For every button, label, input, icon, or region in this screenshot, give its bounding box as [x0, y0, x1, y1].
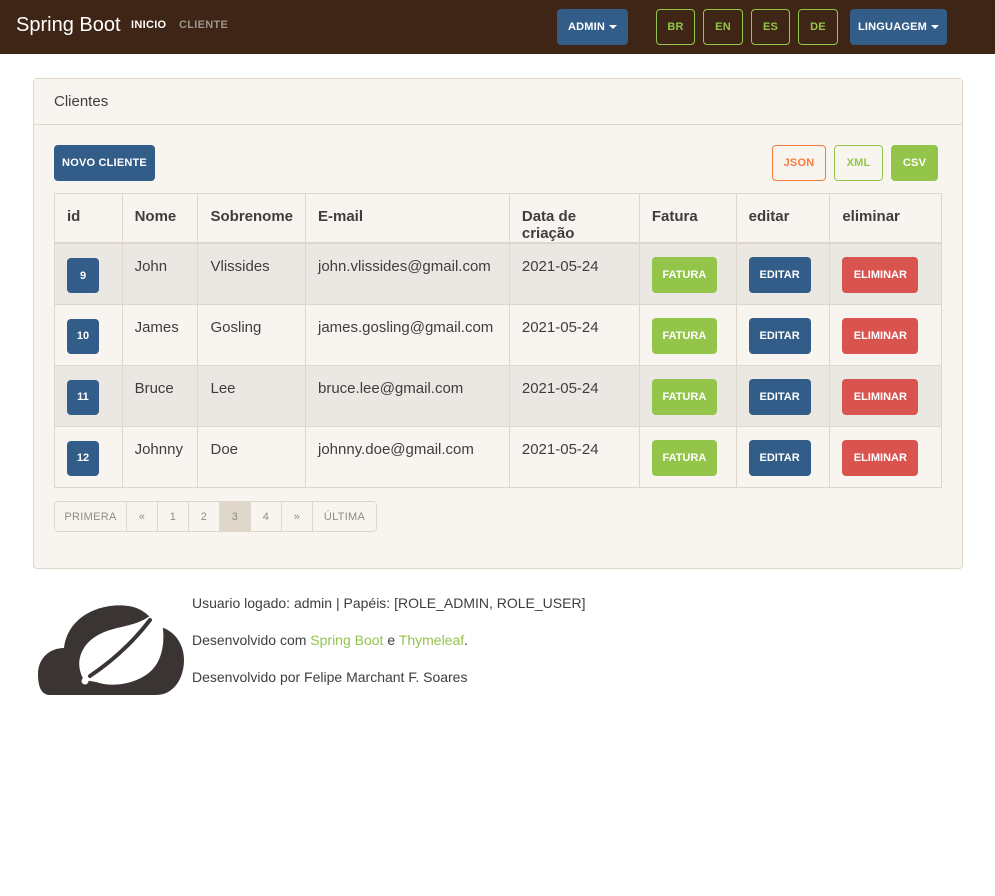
- cell-email: bruce.lee@gmail.com: [305, 364, 510, 427]
- card-header: Clientes: [34, 79, 962, 125]
- cell-email: james.gosling@gmail.com: [305, 303, 510, 366]
- spring-boot-link[interactable]: Spring Boot: [310, 632, 383, 648]
- column-header-eliminar: eliminar: [829, 193, 942, 244]
- fatura-button[interactable]: FATURA: [651, 439, 717, 476]
- column-header-data: Data de criação: [508, 193, 640, 244]
- footer-dev-suffix: .: [464, 632, 469, 648]
- eliminar-button[interactable]: ELIMINAR: [842, 317, 919, 354]
- column-header-email: E-mail: [305, 193, 510, 244]
- caret-down-icon: [609, 25, 618, 29]
- admin-label: ADMIN: [567, 21, 606, 33]
- footer-conj: e: [387, 632, 396, 648]
- cell-sobrenome: Gosling: [197, 303, 306, 366]
- cell-nome: Bruce: [121, 364, 199, 427]
- cell-data: 2021-05-24: [508, 303, 640, 366]
- caret-down-icon: [931, 25, 940, 29]
- cell-data: 2021-05-24: [508, 364, 640, 427]
- spring-logo-icon: [38, 605, 184, 695]
- table-row: 11 Bruce Lee bruce.lee@gmail.com 2021-05…: [54, 364, 942, 427]
- language-label: LINGUAGEM: [857, 21, 928, 33]
- cell-sobrenome: Vlissides: [197, 242, 306, 305]
- fatura-button[interactable]: FATURA: [651, 257, 717, 293]
- page-next[interactable]: »: [282, 502, 313, 531]
- cell-email: johnny.doe@gmail.com: [305, 425, 510, 488]
- page-1[interactable]: 1: [158, 502, 189, 531]
- table-header-row: id Nome Sobrenome E-mail Data de criação…: [54, 193, 942, 244]
- table-row: 10 James Gosling james.gosling@gmail.com…: [54, 303, 942, 366]
- clients-table: id Nome Sobrenome E-mail Data de criação…: [54, 193, 942, 488]
- cell-nome: Johnny: [121, 425, 199, 488]
- client-id-button[interactable]: 11: [67, 379, 99, 415]
- cell-sobrenome: Doe: [197, 425, 306, 488]
- page-3-active[interactable]: 3: [220, 502, 251, 531]
- page-4[interactable]: 4: [251, 502, 282, 531]
- eliminar-button[interactable]: ELIMINAR: [842, 257, 919, 293]
- editar-button[interactable]: EDITAR: [748, 317, 811, 354]
- table-row: 12 Johnny Doe johnny.doe@gmail.com 2021-…: [54, 425, 942, 488]
- client-id-button[interactable]: 12: [67, 440, 99, 476]
- page-prev[interactable]: «: [127, 502, 158, 531]
- cell-sobrenome: Lee: [197, 364, 306, 427]
- page-2[interactable]: 2: [189, 502, 220, 531]
- footer-dev-line: Desenvolvido com Spring Boot e Thymeleaf…: [192, 632, 468, 648]
- cell-data: 2021-05-24: [508, 242, 640, 305]
- page-last[interactable]: ÚLTIMA: [313, 502, 376, 531]
- column-header-fatura: Fatura: [638, 193, 737, 244]
- page-first[interactable]: PRIMERA: [55, 502, 127, 531]
- column-header-nome: Nome: [121, 193, 199, 244]
- column-header-sobrenome: Sobrenome: [197, 193, 306, 244]
- footer-user-line: Usuario logado: admin | Papéis: [ROLE_AD…: [192, 595, 586, 611]
- eliminar-button[interactable]: ELIMINAR: [842, 378, 919, 415]
- fatura-button[interactable]: FATURA: [651, 317, 717, 354]
- lang-es-button[interactable]: ES: [751, 9, 790, 45]
- nav-link-inicio[interactable]: INICIO: [131, 19, 166, 31]
- editar-button[interactable]: EDITAR: [748, 257, 811, 293]
- client-id-button[interactable]: 10: [67, 318, 99, 354]
- cell-email: john.vlissides@gmail.com: [305, 242, 510, 305]
- footer-author-line: Desenvolvido por Felipe Marchant F. Soar…: [192, 669, 468, 685]
- card-title: Clientes: [54, 93, 109, 110]
- client-id-button[interactable]: 9: [67, 258, 99, 293]
- admin-dropdown-button[interactable]: ADMIN: [557, 9, 628, 45]
- thymeleaf-link[interactable]: Thymeleaf: [399, 632, 464, 648]
- lang-br-button[interactable]: BR: [656, 9, 695, 45]
- pagination: PRIMERA « 1 2 3 4 » ÚLTIMA: [54, 501, 377, 532]
- navbar: Spring Boot INICIO CLIENTE ADMIN BR EN E…: [0, 0, 995, 54]
- editar-button[interactable]: EDITAR: [748, 439, 811, 476]
- column-header-editar: editar: [735, 193, 831, 244]
- cell-nome: James: [121, 303, 199, 366]
- cell-nome: John: [121, 242, 199, 305]
- new-client-button[interactable]: NOVO CLIENTE: [54, 145, 155, 181]
- editar-button[interactable]: EDITAR: [748, 378, 811, 415]
- table-row: 9 John Vlissides john.vlissides@gmail.co…: [54, 242, 942, 305]
- export-xml-button[interactable]: XML: [834, 145, 883, 181]
- lang-de-button[interactable]: DE: [798, 9, 838, 45]
- fatura-button[interactable]: FATURA: [651, 378, 717, 415]
- column-header-id: id: [54, 193, 123, 244]
- nav-link-cliente[interactable]: CLIENTE: [179, 19, 228, 31]
- lang-en-button[interactable]: EN: [703, 9, 743, 45]
- eliminar-button[interactable]: ELIMINAR: [842, 439, 919, 476]
- footer-dev-prefix: Desenvolvido com: [192, 632, 307, 648]
- language-dropdown-button[interactable]: LINGUAGEM: [850, 9, 947, 45]
- export-csv-button[interactable]: CSV: [891, 145, 938, 181]
- cell-data: 2021-05-24: [508, 425, 640, 488]
- export-json-button[interactable]: JSON: [772, 145, 826, 181]
- brand[interactable]: Spring Boot: [16, 14, 121, 37]
